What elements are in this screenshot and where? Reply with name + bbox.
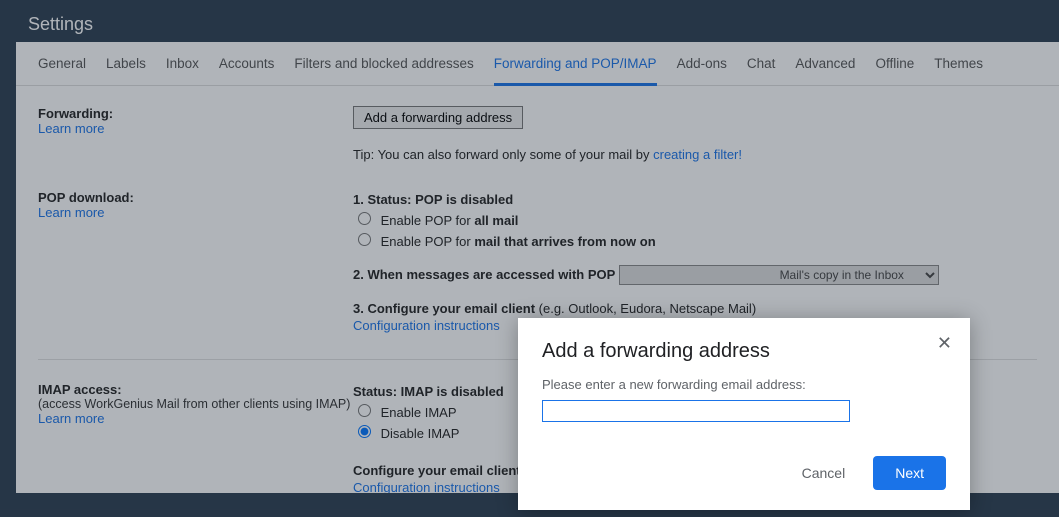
modal-title: Add a forwarding address xyxy=(542,340,946,363)
modal-prompt: Please enter a new forwarding email addr… xyxy=(542,377,946,392)
next-button[interactable]: Next xyxy=(873,456,946,490)
close-icon[interactable]: ✕ xyxy=(937,334,952,352)
add-forwarding-modal: ✕ Add a forwarding address Please enter … xyxy=(518,318,970,510)
cancel-button[interactable]: Cancel xyxy=(796,464,852,482)
forwarding-email-input[interactable] xyxy=(542,400,850,422)
